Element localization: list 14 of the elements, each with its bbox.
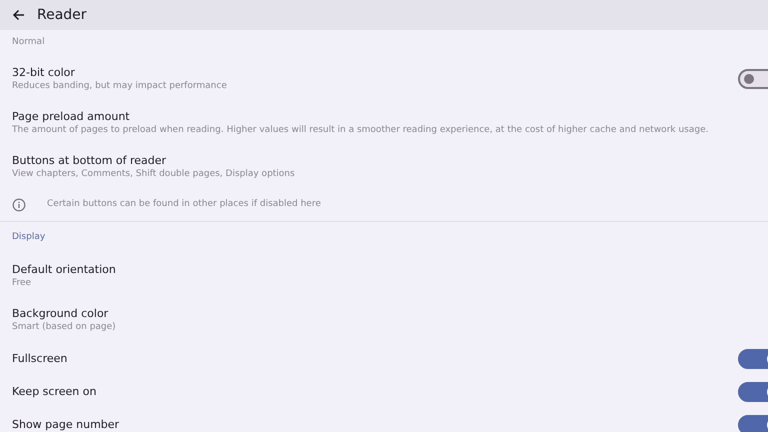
- back-arrow-icon[interactable]: [12, 9, 25, 21]
- setting-row[interactable]: Show page number: [0, 408, 738, 432]
- info-icon: [12, 198, 26, 212]
- setting-row[interactable]: Buttons at bottom of reader View chapters, Comments, Shift double pages, Display options: [0, 145, 768, 189]
- setting-row[interactable]: Background color Smart (based on page): [0, 298, 768, 342]
- info-text: Certain buttons can be found in other places if disabled here: [47, 198, 321, 212]
- setting-row[interactable]: Keep screen on: [0, 375, 738, 408]
- setting-row[interactable]: 32-bit color Reduces banding, but may impact performance: [0, 57, 738, 101]
- setting-row[interactable]: Default orientation Free: [0, 254, 768, 298]
- setting-value: Normal: [12, 36, 45, 48]
- setting-row[interactable]: Page preload amount The amount of pages to preload when reading. Higher values will result in a smoother reading experience, at the cost of higher cache and network usage.: [0, 101, 768, 145]
- setting-row[interactable]: Fullscreen: [0, 342, 738, 375]
- section-header: Display: [12, 231, 46, 244]
- app-bar-title: Reader: [37, 6, 87, 24]
